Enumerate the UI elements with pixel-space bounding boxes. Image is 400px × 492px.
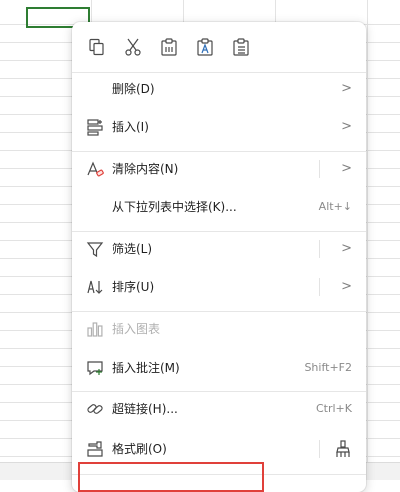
menu-item-delete[interactable]: 删除(D) > xyxy=(72,74,366,104)
menu-item-filter[interactable]: 筛选(L) > xyxy=(72,234,366,264)
clear-format-icon xyxy=(86,160,104,178)
menu-item-label: 筛选(L) xyxy=(112,242,153,256)
submenu-divider xyxy=(319,160,320,178)
submenu-divider xyxy=(319,240,320,258)
menu-item-sort[interactable]: 排序(U) > xyxy=(72,272,366,302)
menu-item-label: 格式刷(O) xyxy=(112,442,167,456)
paste-button[interactable] xyxy=(158,36,180,58)
menu-item-insert-comment[interactable]: 插入批注(M) Shift+F2 xyxy=(72,353,366,383)
menu-item-label: 超链接(H)... xyxy=(112,402,178,416)
shortcut-hint: Ctrl+K xyxy=(315,402,352,415)
cut-button[interactable] xyxy=(122,36,144,58)
chevron-right-icon: > xyxy=(341,119,352,134)
comment-add-icon xyxy=(86,359,104,377)
copy-icon xyxy=(89,38,104,56)
filter-icon xyxy=(86,240,104,258)
link-icon xyxy=(86,400,104,418)
menu-item-pick-from-list[interactable]: 从下拉列表中选择(K)... Alt+↓ xyxy=(72,192,366,222)
sort-icon xyxy=(86,278,104,296)
format-painter-icon xyxy=(86,440,104,458)
chevron-right-icon[interactable]: > xyxy=(341,234,352,264)
shortcut-hint: Alt+↓ xyxy=(318,200,352,213)
paste-text-button[interactable] xyxy=(194,36,216,58)
copy-button[interactable] xyxy=(86,36,108,58)
menu-item-label: 删除(D) xyxy=(112,82,155,96)
chevron-right-icon[interactable]: > xyxy=(341,272,352,302)
menu-separator xyxy=(72,231,366,232)
scissors-icon xyxy=(125,38,141,56)
menu-item-hyperlink[interactable]: 超链接(H)... Ctrl+K xyxy=(72,394,366,424)
menu-item-format-painter[interactable]: 格式刷(O) xyxy=(72,434,366,464)
menu-item-label: 插入批注(M) xyxy=(112,361,180,375)
menu-separator xyxy=(72,151,366,152)
format-brush-icon[interactable] xyxy=(334,440,352,458)
submenu-divider xyxy=(319,278,320,296)
insert-cells-icon xyxy=(86,118,104,136)
clipboard-list-icon xyxy=(233,38,249,56)
chart-icon xyxy=(86,320,104,338)
menu-item-label: 排序(U) xyxy=(112,280,155,294)
chevron-right-icon[interactable]: > xyxy=(341,154,352,184)
context-menu: 删除(D) > 插入(I) > 清除内容(N) > 从下拉列表中选择(K)...… xyxy=(72,22,366,492)
menu-item-label: 从下拉列表中选择(K)... xyxy=(112,200,237,214)
menu-item-insert-chart: 插入图表 xyxy=(72,314,366,344)
clipboard-text-icon xyxy=(197,38,213,56)
menu-item-insert[interactable]: 插入(I) > xyxy=(72,112,366,142)
menu-separator xyxy=(72,72,366,73)
menu-item-label: 清除内容(N) xyxy=(112,162,179,176)
chevron-right-icon: > xyxy=(341,81,352,96)
paste-list-button[interactable] xyxy=(230,36,252,58)
submenu-divider xyxy=(319,440,320,458)
menu-separator xyxy=(72,311,366,312)
quick-toolbar xyxy=(86,34,252,60)
menu-item-label: 插入图表 xyxy=(112,322,161,336)
annotation-highlight-box xyxy=(78,462,264,492)
clipboard-icon xyxy=(161,38,177,56)
menu-item-clear-contents[interactable]: 清除内容(N) > xyxy=(72,154,366,184)
menu-separator xyxy=(72,391,366,392)
menu-item-label: 插入(I) xyxy=(112,120,149,134)
shortcut-hint: Shift+F2 xyxy=(304,361,352,374)
